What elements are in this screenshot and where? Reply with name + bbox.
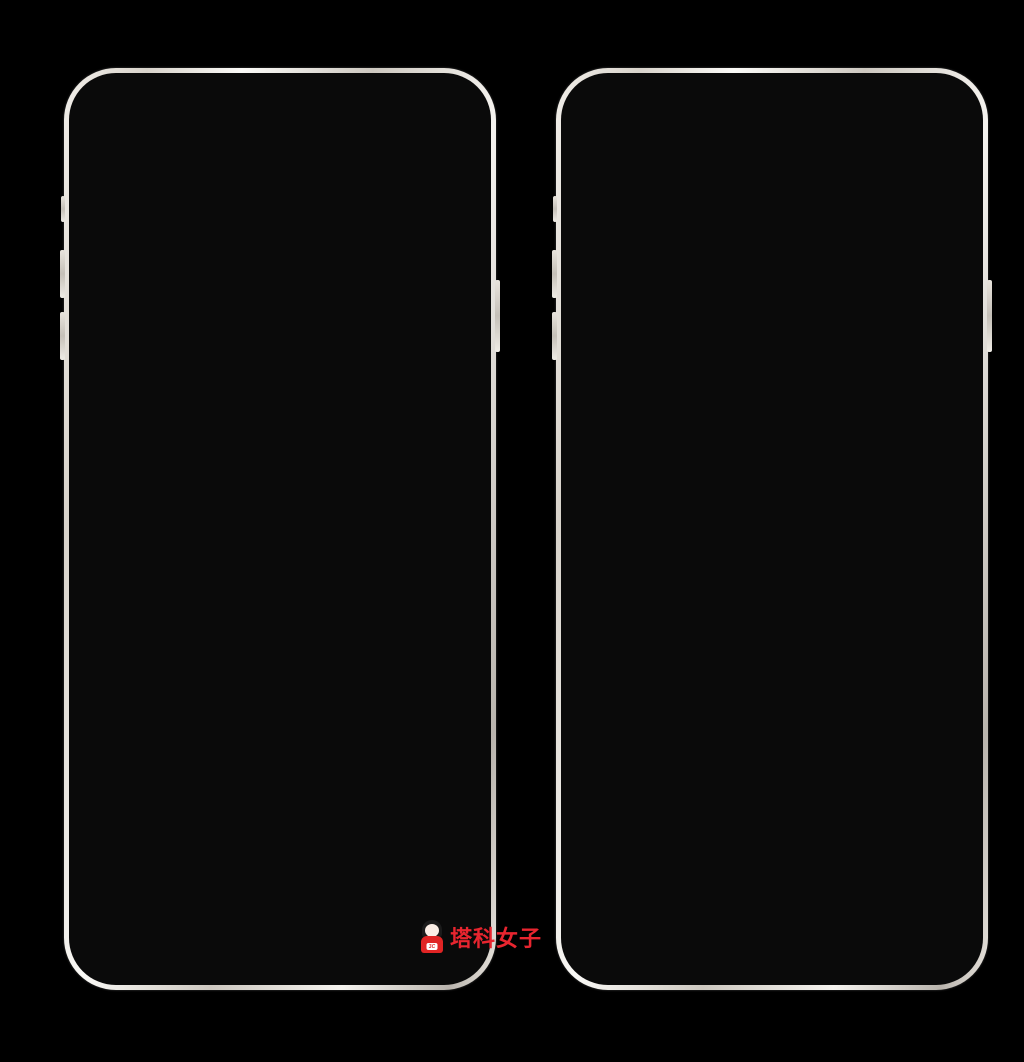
screenshot-canvas: 6:35 喜好項目 顯示全部 [0, 0, 1024, 1062]
watermark: 3C 塔科女子 [418, 920, 542, 953]
power-button-right[interactable] [987, 280, 992, 352]
volume-up-right[interactable] [552, 250, 557, 298]
phone-bezel-right [561, 73, 983, 985]
iphone-left-device: 6:35 喜好項目 顯示全部 [60, 68, 500, 990]
watermark-avatar-icon: 3C [418, 920, 446, 953]
volume-down-right[interactable] [552, 312, 557, 360]
watermark-text: 塔科女子 [450, 925, 543, 951]
iphone-right-device: 6:31 自訂起始頁面 ✕ 將起始頁 [552, 68, 992, 990]
volume-down-left[interactable] [60, 312, 65, 360]
power-button-left[interactable] [495, 280, 500, 352]
volume-up-left[interactable] [60, 250, 65, 298]
silent-switch-left[interactable] [61, 196, 65, 222]
phone-bezel-left [69, 73, 491, 985]
silent-switch-right[interactable] [553, 196, 557, 222]
